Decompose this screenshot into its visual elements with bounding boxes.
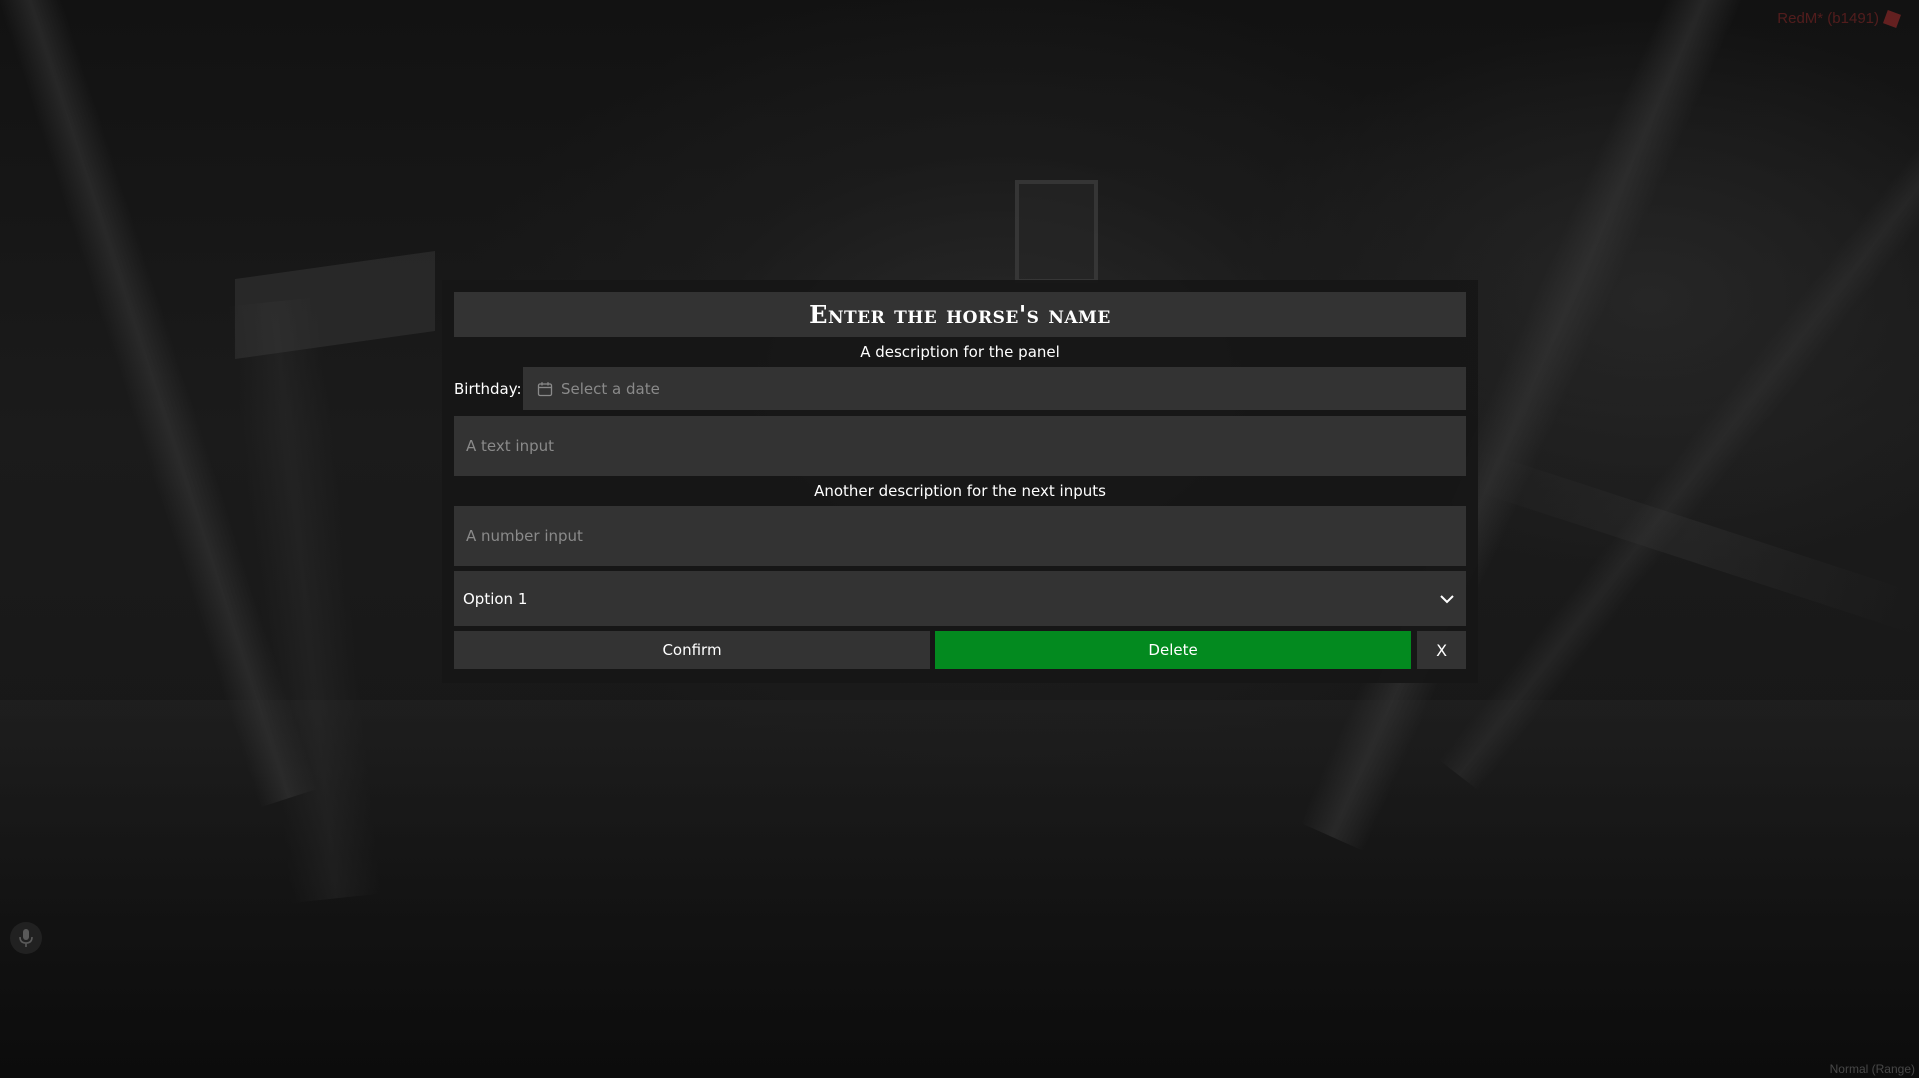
- text-input-placeholder: A text input: [466, 437, 554, 455]
- birthday-label: Birthday:: [454, 379, 522, 398]
- wall-sign: [235, 250, 435, 360]
- microphone-icon: [10, 922, 42, 954]
- number-input[interactable]: A number input: [454, 506, 1466, 566]
- close-button[interactable]: X: [1417, 631, 1466, 669]
- text-input[interactable]: A text input: [454, 416, 1466, 476]
- option-select[interactable]: Option 1: [454, 571, 1466, 626]
- dialog-title: Enter the horse's name: [809, 300, 1111, 329]
- voice-mode-label: Normal (Range): [1829, 1062, 1915, 1076]
- birthday-placeholder: Select a date: [561, 379, 660, 398]
- barn-window: [1015, 180, 1098, 283]
- calendar-icon: [537, 381, 553, 396]
- build-info: RedM* (b1491): [1777, 10, 1901, 29]
- select-value: Option 1: [463, 589, 528, 608]
- dialog-header: Enter the horse's name: [454, 292, 1466, 337]
- redm-logo-icon: [1883, 10, 1901, 29]
- number-input-placeholder: A number input: [466, 527, 583, 545]
- confirm-button[interactable]: Confirm: [454, 631, 931, 669]
- input-dialog: Enter the horse's name A description for…: [442, 280, 1478, 683]
- inputs-description: Another description for the next inputs: [814, 482, 1106, 500]
- chevron-down-icon: [1440, 594, 1454, 603]
- birthday-row: Birthday: Select a date: [454, 367, 1466, 410]
- build-label: RedM* (b1491): [1777, 10, 1879, 27]
- delete-button[interactable]: Delete: [935, 631, 1412, 669]
- dialog-description: A description for the panel: [860, 343, 1060, 361]
- dialog-buttons: Confirm Delete X: [454, 631, 1466, 669]
- birthday-date-picker[interactable]: Select a date: [523, 367, 1466, 410]
